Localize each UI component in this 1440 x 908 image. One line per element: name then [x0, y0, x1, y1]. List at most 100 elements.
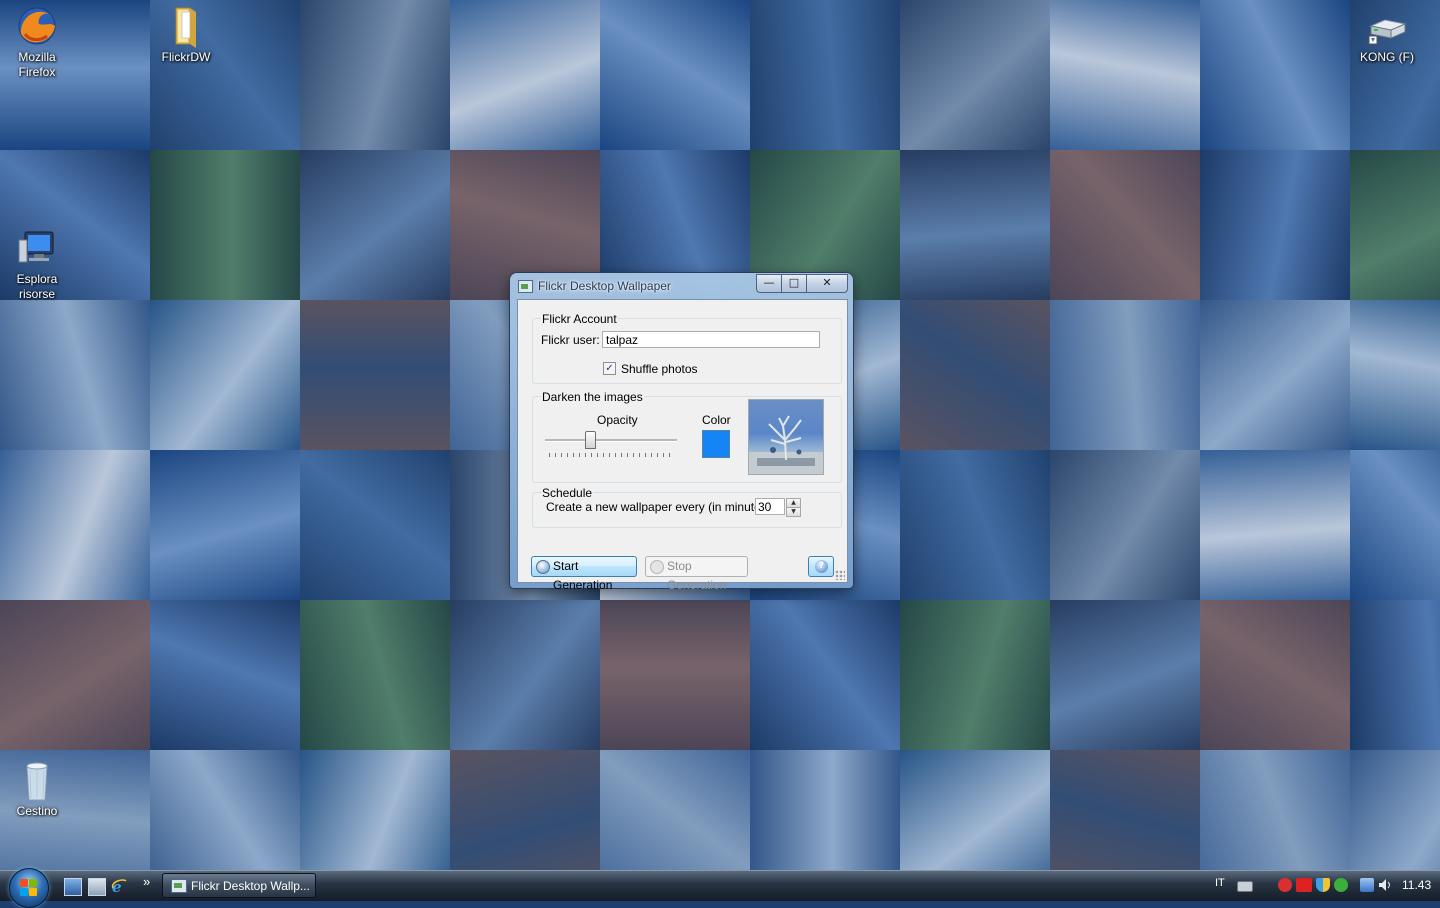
clock[interactable]: 11.43 [1402, 878, 1431, 892]
group-label: Schedule [541, 486, 594, 500]
taskbar-item-label: Flickr Desktop Wallp... [191, 879, 310, 893]
firefox-icon [15, 4, 59, 48]
antivirus-icon[interactable] [1296, 878, 1312, 892]
language-indicator[interactable]: IT [1215, 877, 1225, 889]
color-swatch[interactable] [702, 430, 730, 458]
wallpaper-photo-tile [1050, 150, 1200, 300]
wallpaper-photo-tile [750, 750, 900, 870]
shield-icon[interactable] [1316, 878, 1330, 892]
wallpaper-photo-tile [1200, 150, 1350, 300]
wallpaper-photo-tile [900, 600, 1050, 750]
wallpaper-photo-tile [1050, 450, 1200, 600]
shuffle-photos-label: Shuffle photos [621, 362, 698, 376]
wallpaper-photo-tile [750, 600, 900, 750]
wallpaper-photo-tile [0, 300, 150, 450]
removable-drive-icon [1365, 14, 1409, 48]
wallpaper-photo-tile [300, 750, 450, 870]
maximize-button[interactable]: □ [781, 274, 807, 293]
desktop-icon-label: Mozilla Firefox [18, 50, 56, 79]
switch-windows-icon[interactable] [88, 878, 106, 896]
wallpaper-photo-tile [600, 0, 750, 150]
wallpaper-photo-tile [150, 150, 300, 300]
wallpaper-photo-tile [1350, 150, 1440, 300]
show-desktop-icon[interactable] [64, 878, 82, 896]
wallpaper-photo-tile [150, 750, 300, 870]
wallpaper-photo-tile [0, 450, 150, 600]
wallpaper-photo-tile [900, 300, 1050, 450]
minimize-button[interactable]: — [756, 274, 782, 293]
taskbar-item-flickr-wallpaper[interactable]: Flickr Desktop Wallp... [162, 873, 316, 898]
flickr-user-input[interactable] [602, 331, 820, 348]
flickr-wallpaper-window[interactable]: Flickr Desktop Wallpaper — □ ✕ Flickr Ac… [510, 273, 853, 592]
computer-icon [15, 226, 59, 270]
taskbar: e » Flickr Desktop Wallp... IT 11.43 [0, 868, 1440, 908]
network-icon[interactable] [1360, 878, 1374, 892]
shuffle-photos-checkbox[interactable]: ✓ [603, 362, 616, 375]
window-title: Flickr Desktop Wallpaper [538, 279, 671, 293]
wallpaper-photo-tile [0, 600, 150, 750]
wallpaper-photo-tile [150, 450, 300, 600]
wallpaper-photo-tile [750, 0, 900, 150]
wallpaper-photo-tile [1050, 0, 1200, 150]
wallpaper-photo-tile [900, 750, 1050, 870]
status-strip [518, 563, 847, 582]
wallpaper-photo-tile [1200, 0, 1350, 150]
desktop-icon-label: KONG (F) [1360, 50, 1414, 64]
desktop-icon-recycle-bin[interactable]: Cestino [0, 758, 74, 819]
quick-launch-overflow[interactable]: » [143, 874, 150, 889]
internet-explorer-icon[interactable]: e [111, 878, 127, 896]
wallpaper-photo-tile [600, 600, 750, 750]
wallpaper-photo-tile [900, 0, 1050, 150]
desktop-icon-label: Cestino [16, 804, 58, 818]
group-label: Darken the images [541, 390, 644, 404]
wallpaper-photo-tile [300, 150, 450, 300]
wallpaper-photo-tile [300, 600, 450, 750]
wallpaper-photo-tile [1350, 450, 1440, 600]
wallpaper-photo-tile [1200, 750, 1350, 870]
security-alert-icon[interactable] [1278, 878, 1292, 892]
desktop-icon-explorer[interactable]: Esplora risorse [0, 226, 74, 302]
wallpaper-photo-tile [150, 600, 300, 750]
wallpaper-photo-tile [1050, 750, 1200, 870]
wallpaper-photo-tile [1350, 600, 1440, 750]
wallpaper-photo-tile [1200, 600, 1350, 750]
opacity-slider-ticks [549, 453, 675, 457]
wallpaper-photo-tile [300, 300, 450, 450]
wallpaper-photo-tile [450, 0, 600, 150]
desktop-icon-firefox[interactable]: Mozilla Firefox [0, 4, 74, 80]
group-label: Flickr Account [541, 312, 618, 326]
wallpaper-photo-tile [1200, 300, 1350, 450]
wallpaper-photo-tile [1050, 600, 1200, 750]
interval-label: Create a new wallpaper every (in minutes… [546, 500, 775, 514]
resize-grip-icon[interactable] [835, 570, 845, 580]
opacity-slider-track[interactable] [545, 439, 677, 442]
desktop-icon-drive[interactable]: KONG (F) [1350, 14, 1424, 65]
wallpaper-photo-tile [300, 0, 450, 150]
opacity-label: Opacity [597, 413, 638, 427]
wallpaper-photo-tile [1350, 300, 1440, 450]
opacity-slider-thumb[interactable] [585, 431, 596, 449]
wallpaper-photo-tile [450, 600, 600, 750]
wallpaper-photo-tile [600, 750, 750, 870]
desktop-icon-flickrdw[interactable]: FlickrDW [149, 4, 223, 65]
windows-logo-icon [20, 879, 38, 897]
window-client-area: Flickr Account Flickr user: ✓ Shuffle ph… [517, 299, 848, 592]
volume-icon[interactable] [1378, 878, 1392, 892]
recycle-bin-icon [15, 758, 59, 802]
desktop-icon-label: Esplora risorse [16, 272, 58, 301]
wallpaper-photo-tile [1200, 450, 1350, 600]
folder-icon [164, 4, 208, 48]
wallpaper-preview-image [748, 399, 824, 475]
wallpaper-photo-tile [300, 450, 450, 600]
close-button[interactable]: ✕ [806, 274, 848, 293]
interval-spin-down[interactable]: ▼ [786, 507, 801, 517]
start-button[interactable] [9, 868, 49, 908]
keyboard-icon[interactable] [1237, 881, 1253, 892]
app-icon [171, 879, 187, 893]
wallpaper-photo-tile [1050, 300, 1200, 450]
wallpaper-photo-tile [450, 750, 600, 870]
interval-minutes-input[interactable] [755, 498, 785, 515]
wallpaper-photo-tile [150, 300, 300, 450]
flickr-user-label: Flickr user: [541, 333, 600, 347]
update-icon[interactable] [1334, 878, 1348, 892]
